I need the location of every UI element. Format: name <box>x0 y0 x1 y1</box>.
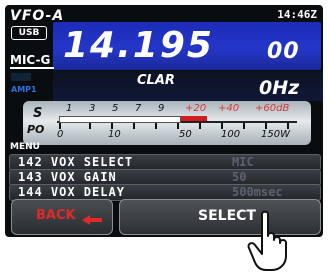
menu-item-value: 50 <box>232 170 247 184</box>
frequency-main: 14.195 <box>63 25 214 66</box>
s-scale-tick-label: 3 <box>89 103 96 114</box>
s-scale-tick-label: +60dB <box>255 103 290 114</box>
meter-po-label: PO <box>27 123 45 136</box>
mic-gain-label: MIC-G <box>10 53 51 67</box>
mic-gain-underline <box>10 67 54 69</box>
po-scale-tick-label: 150W <box>261 129 290 140</box>
menu-title: MENU <box>10 142 40 152</box>
s-scale-tick-label: 5 <box>112 103 119 114</box>
po-tick <box>243 123 245 129</box>
clar-offset: 0Hz <box>259 77 300 99</box>
menu-item-value: 500msec <box>232 185 283 199</box>
clar-label: CLAR <box>137 73 175 88</box>
radio-display-screen: VFO-A 14:46Z USB 14.195 00 MIC-G AMP1 CL… <box>5 5 323 237</box>
menu-item-label: 144 VOX DELAY <box>18 185 125 199</box>
s-scale-tick-label: 7 <box>135 103 142 114</box>
mode-badge: USB <box>11 26 47 40</box>
po-scale-tick-label: 100 <box>221 129 241 140</box>
po-tick <box>89 123 91 129</box>
menu-item-label: 142 VOX SELECT <box>18 155 134 169</box>
s-scale-tick-label: 1 <box>66 103 73 114</box>
back-button[interactable]: BACK <box>11 199 113 235</box>
po-scale-tick-label: 50 <box>179 129 192 140</box>
po-scale-tick-label: 0 <box>57 129 64 140</box>
meter-s-label: S <box>33 106 43 121</box>
pointing-hand-icon <box>246 210 298 276</box>
menu-item-value: MIC <box>232 155 254 169</box>
indicator-box <box>11 73 31 81</box>
clock-time: 14:46Z <box>277 8 317 21</box>
s-scale-tick-label: +20 <box>185 103 207 114</box>
s-meter-peak <box>181 116 207 121</box>
po-tick <box>199 123 201 129</box>
po-tick <box>155 123 157 129</box>
menu-item-label: 143 VOX GAIN <box>18 170 117 184</box>
amp-label: AMP1 <box>11 85 37 94</box>
frequency-fraction: 00 <box>267 39 300 64</box>
po-scale-tick-label: 10 <box>108 129 121 140</box>
s-scale-tick-label: 9 <box>158 103 165 114</box>
s-meter-bar <box>59 116 181 123</box>
s-scale-tick-label: +40 <box>218 103 240 114</box>
return-arrow-icon <box>80 211 104 230</box>
po-tick <box>133 123 135 129</box>
back-button-label: BACK <box>36 208 76 223</box>
